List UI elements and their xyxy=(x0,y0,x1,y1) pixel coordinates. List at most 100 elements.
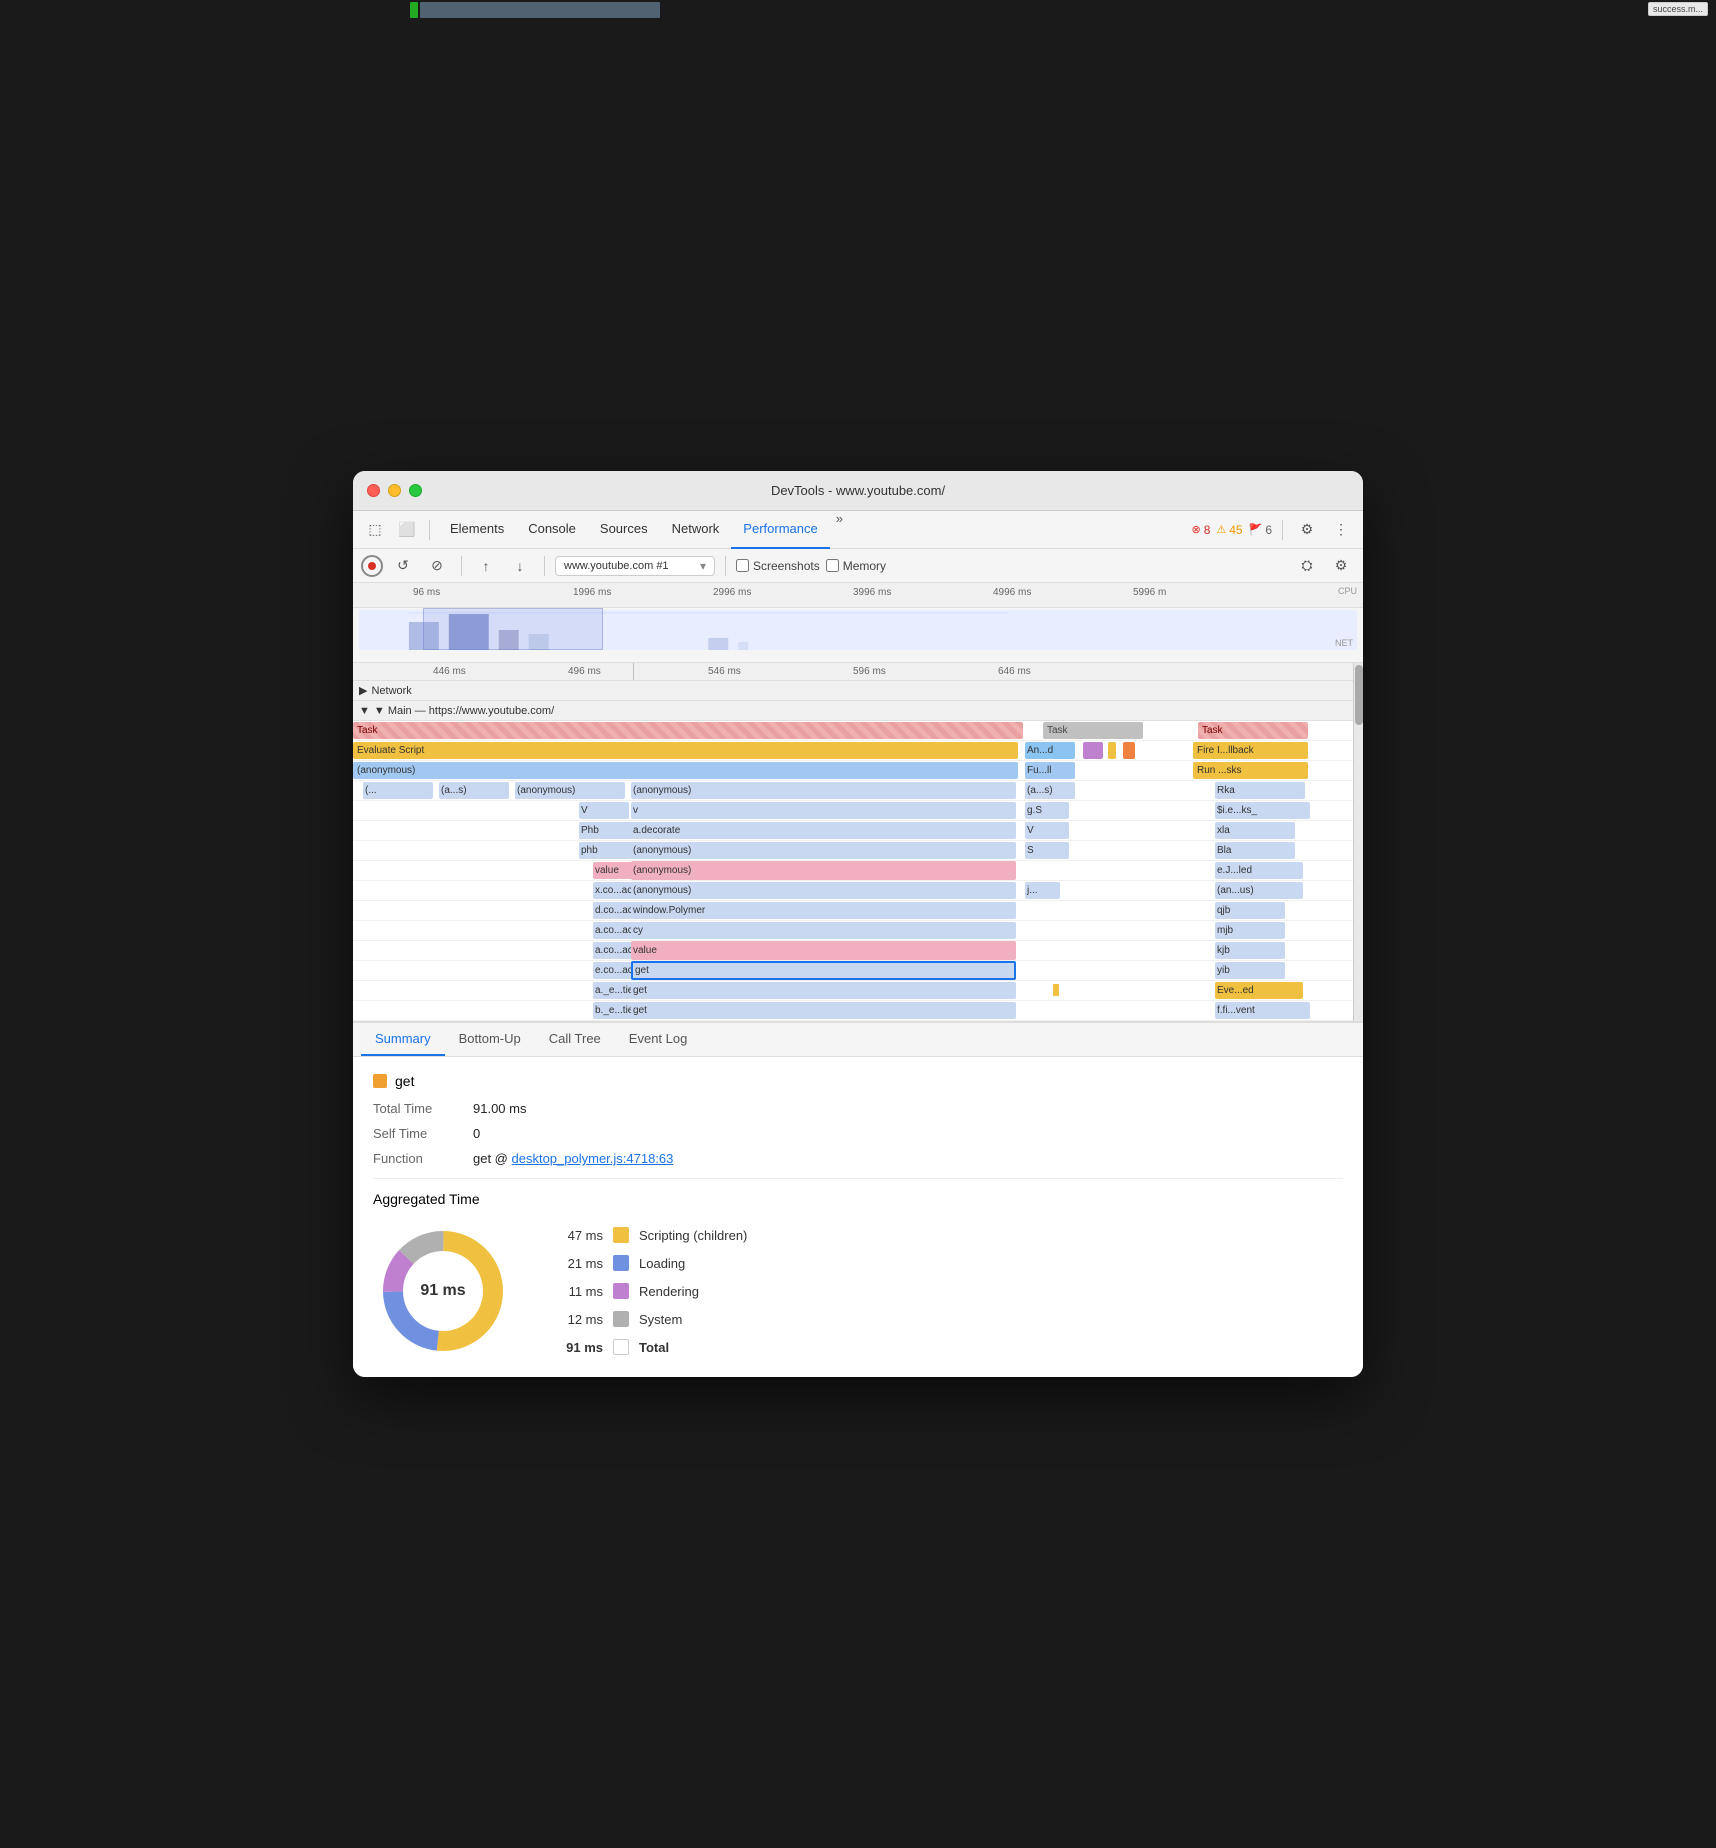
anon3-block[interactable]: (anonymous) xyxy=(631,861,1016,880)
network-section-header[interactable]: ▶ Network success.m... xyxy=(353,681,1353,701)
qjb-block[interactable]: qjb xyxy=(1215,902,1285,919)
v-lower-block[interactable]: v xyxy=(631,802,1016,819)
get2-block[interactable]: get xyxy=(631,982,1016,999)
url-dropdown-icon[interactable]: ▾ xyxy=(700,559,706,573)
flame-row-deep6: x.co...ack (anonymous) j... (an...us) xyxy=(353,881,1353,901)
divider xyxy=(373,1178,1343,1179)
anus-block[interactable]: (an...us) xyxy=(1215,882,1303,899)
minimize-button[interactable] xyxy=(388,484,401,497)
flame-row-deep11: a._e...ties get Eve...ed xyxy=(353,981,1353,1001)
clear-button[interactable]: ⊘ xyxy=(423,552,451,580)
record-button[interactable] xyxy=(361,555,383,577)
error-icon: ⊗ xyxy=(1191,523,1200,536)
tab-bottom-up[interactable]: Bottom-Up xyxy=(445,1023,535,1056)
tab-call-tree[interactable]: Call Tree xyxy=(535,1023,615,1056)
legend-rendering: 11 ms Rendering xyxy=(553,1283,747,1299)
bottom-panel: Summary Bottom-Up Call Tree Event Log ge… xyxy=(353,1021,1363,1377)
ejled-block[interactable]: e.J...led xyxy=(1215,862,1303,879)
deep-block-3[interactable]: (anonymous) xyxy=(515,782,625,799)
xla-block[interactable]: xla xyxy=(1215,822,1295,839)
total-label: Total xyxy=(639,1340,669,1355)
and-block[interactable]: An...d xyxy=(1025,742,1075,759)
value2-block[interactable]: value xyxy=(631,941,1016,960)
anon2-block[interactable]: (anonymous) xyxy=(631,842,1016,859)
close-button[interactable] xyxy=(367,484,380,497)
task-block-2[interactable]: Task xyxy=(1043,722,1143,739)
summary-content: get Total Time 91.00 ms Self Time 0 Func… xyxy=(353,1057,1363,1377)
device-icon[interactable]: ⬜ xyxy=(393,516,421,544)
self-time-row: Self Time 0 xyxy=(373,1126,1343,1141)
v-block[interactable]: V xyxy=(579,802,629,819)
evaluate-script-block[interactable]: Evaluate Script xyxy=(353,742,1018,759)
deep-block-1[interactable]: (... xyxy=(363,782,433,799)
tab-event-log[interactable]: Event Log xyxy=(615,1023,702,1056)
main-scrollbar[interactable] xyxy=(1353,663,1363,1021)
function-label: Function xyxy=(373,1151,473,1166)
flame-row-anon: (anonymous) Fu...ll Run ...sks xyxy=(353,761,1353,781)
kjb-block[interactable]: kjb xyxy=(1215,942,1285,959)
phb-block[interactable]: Phb xyxy=(579,822,634,839)
timeline-overview[interactable]: 96 ms 1996 ms 2996 ms 3996 ms 4996 ms 59… xyxy=(353,583,1363,663)
get-selected-block[interactable]: get xyxy=(631,961,1016,980)
ffivent-block[interactable]: f.fi...vent xyxy=(1215,1002,1310,1019)
position-marker xyxy=(633,663,634,680)
mark-496: 496 ms xyxy=(568,666,601,677)
bla-block[interactable]: Bla xyxy=(1215,842,1295,859)
v-block2[interactable]: V xyxy=(1025,822,1069,839)
j-block[interactable]: j... xyxy=(1025,882,1060,899)
function-value: get @ desktop_polymer.js:4718:63 xyxy=(473,1151,673,1166)
mark-646: 646 ms xyxy=(998,666,1031,677)
timeline-selection[interactable] xyxy=(423,608,603,650)
tab-summary[interactable]: Summary xyxy=(361,1023,445,1056)
cy-block[interactable]: cy xyxy=(631,922,1016,939)
tab-sources[interactable]: Sources xyxy=(588,511,660,549)
anon4-block[interactable]: (anonymous) xyxy=(631,882,1016,899)
inspect-icon[interactable]: ⬚ xyxy=(361,516,389,544)
tab-network[interactable]: Network xyxy=(660,511,732,549)
purple-block1 xyxy=(1083,742,1103,759)
reload-record-button[interactable]: ↺ xyxy=(389,552,417,580)
flame-row-deep12: b._e...ties get f.fi...vent xyxy=(353,1001,1353,1021)
scrollbar-thumb[interactable] xyxy=(1355,665,1363,725)
deep-block-4[interactable]: (anonymous) xyxy=(631,782,1016,799)
deep-block-as[interactable]: (a...s) xyxy=(1025,782,1075,799)
total-color xyxy=(613,1339,629,1355)
phb-lower-block[interactable]: phb xyxy=(579,842,634,859)
flame-row-deep2: V v g.S $i.e...ks_ xyxy=(353,801,1353,821)
gs-block[interactable]: g.S xyxy=(1025,802,1069,819)
run-tasks-block[interactable]: Run ...sks xyxy=(1193,762,1308,779)
task-block-3[interactable]: Task xyxy=(1198,722,1308,739)
task-block-1[interactable]: Task xyxy=(353,722,1023,739)
more-tabs-button[interactable]: » xyxy=(830,511,849,549)
capture-settings-icon[interactable]: ⛭ xyxy=(1293,552,1321,580)
wpolymer-block[interactable]: window.Polymer xyxy=(631,902,1016,919)
anon-block[interactable]: (anonymous) xyxy=(353,762,1018,779)
tab-console[interactable]: Console xyxy=(516,511,588,549)
yib-block[interactable]: yib xyxy=(1215,962,1285,979)
maximize-button[interactable] xyxy=(409,484,422,497)
tab-elements[interactable]: Elements xyxy=(438,511,516,549)
deep-block-2[interactable]: (a...s) xyxy=(439,782,509,799)
main-section-header[interactable]: ▼ ▼ Main — https://www.youtube.com/ xyxy=(353,701,1353,721)
upload-icon[interactable]: ↑ xyxy=(472,552,500,580)
deep-block-rka[interactable]: Rka xyxy=(1215,782,1305,799)
get3-block[interactable]: get xyxy=(631,1002,1016,1019)
flame-row-task: Task Task Task xyxy=(353,721,1353,741)
more-menu-icon[interactable]: ⋮ xyxy=(1327,516,1355,544)
sep1 xyxy=(429,520,430,540)
sicks-block[interactable]: $i.e...ks_ xyxy=(1215,802,1310,819)
eveed-block[interactable]: Eve...ed xyxy=(1215,982,1303,999)
s-block[interactable]: S xyxy=(1025,842,1069,859)
perf-settings-icon[interactable]: ⚙ xyxy=(1327,552,1355,580)
mjb-block[interactable]: mjb xyxy=(1215,922,1285,939)
full-block[interactable]: Fu...ll xyxy=(1025,762,1075,779)
function-link[interactable]: desktop_polymer.js:4718:63 xyxy=(512,1151,674,1166)
screenshots-checkbox[interactable] xyxy=(736,559,749,572)
fire-callback-block[interactable]: Fire I...llback xyxy=(1193,742,1308,759)
memory-checkbox[interactable] xyxy=(826,559,839,572)
tab-performance[interactable]: Performance xyxy=(731,511,829,549)
download-icon[interactable]: ↓ xyxy=(506,552,534,580)
mini-yellow1 xyxy=(1053,984,1059,996)
settings-icon[interactable]: ⚙ xyxy=(1293,516,1321,544)
adecorate-block[interactable]: a.decorate xyxy=(631,822,1016,839)
